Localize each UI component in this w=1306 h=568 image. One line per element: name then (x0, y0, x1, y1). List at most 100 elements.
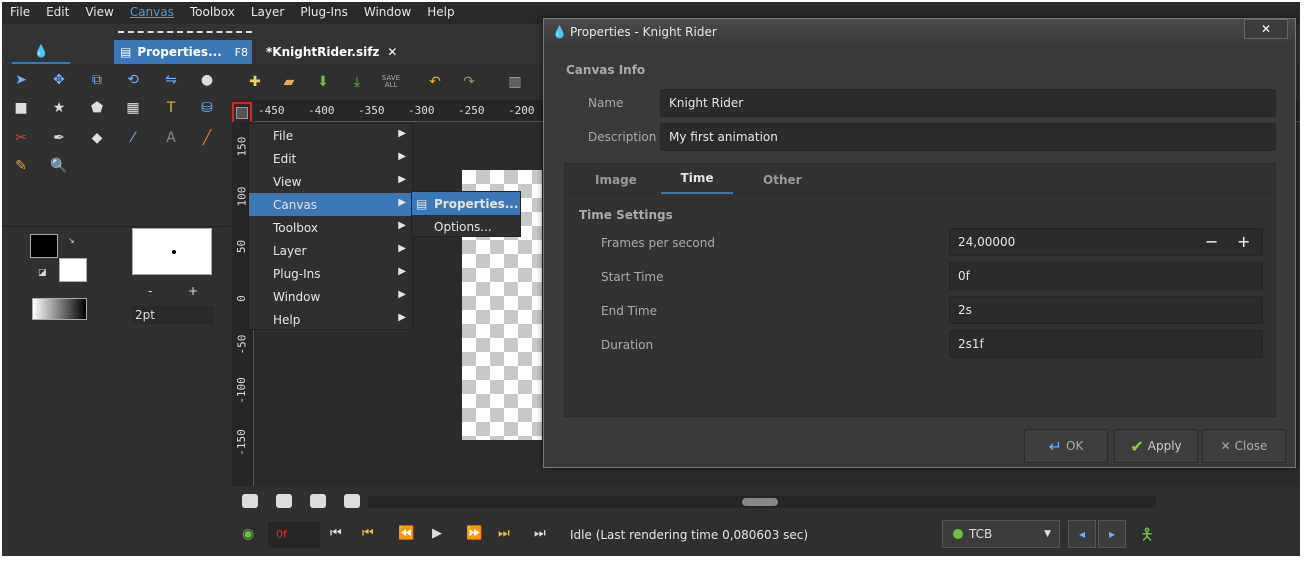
prev-frame-icon[interactable]: ⏪ (398, 526, 414, 541)
tab-document[interactable]: *KnightRider.sifz ✕ (260, 40, 397, 64)
rotate-tool-icon[interactable]: ⟲ (120, 68, 146, 92)
apply-button[interactable]: ✔ Apply (1114, 429, 1198, 463)
onion-skin-icon[interactable] (310, 494, 326, 508)
zoom-tool-icon[interactable]: 🔍 (46, 154, 72, 178)
reset-colors-icon[interactable]: ◪ (38, 268, 47, 278)
submenu-label: Properties... (434, 196, 519, 211)
transform-tool-icon[interactable]: ➤ (8, 68, 34, 92)
ctx-menu-layer[interactable]: Layer ▶ (249, 239, 414, 262)
ctx-menu-help[interactable]: Help ▶ (249, 308, 414, 331)
horizontal-scrollbar[interactable] (368, 496, 1156, 508)
text-layer-tool-icon[interactable]: A (158, 126, 184, 150)
undo-icon[interactable]: ↶ (422, 70, 448, 94)
mirror-tool-icon[interactable]: ⇋ (158, 68, 184, 92)
tab-image[interactable]: Image (595, 173, 637, 187)
save-as-icon[interactable]: ⤓ (344, 70, 370, 94)
brush-size-field[interactable]: 2pt (132, 306, 214, 324)
interpolation-select[interactable]: TCB ▼ (942, 520, 1060, 548)
seek-end-icon[interactable]: ⏭ (534, 526, 546, 541)
submenu-properties[interactable]: ▤ Properties... (412, 192, 520, 215)
menu-toolbox[interactable]: Toolbox (182, 2, 243, 24)
background-rendering-icon[interactable] (344, 494, 360, 508)
smooth-move-tool-icon[interactable]: ✥ (46, 68, 72, 92)
default-gradient-swatch[interactable] (32, 298, 87, 320)
canvas-menu-caret-button[interactable] (236, 107, 248, 119)
submenu-options[interactable]: Options... (412, 215, 520, 238)
circle-tool-icon[interactable]: ● (194, 68, 220, 92)
next-frame-icon[interactable]: ⏩ (466, 526, 482, 541)
swap-colors-icon[interactable]: ↘ (68, 236, 75, 245)
play-icon[interactable]: ▶ (432, 526, 442, 541)
open-file-icon[interactable]: ▰ (276, 70, 302, 94)
fill-color-swatch[interactable] (59, 258, 87, 282)
menu-file[interactable]: File (2, 2, 38, 24)
menu-window[interactable]: Window (356, 2, 419, 24)
scrollbar-thumb[interactable] (742, 498, 778, 506)
save-all-icon[interactable]: SAVE ALL (378, 70, 404, 94)
menu-plugins[interactable]: Plug-Ins (292, 2, 356, 24)
next-keyframe-icon[interactable]: ⏭ (498, 526, 510, 541)
menu-help[interactable]: Help (419, 2, 462, 24)
polygon-tool-icon[interactable]: ⬟ (84, 96, 110, 120)
tab-properties[interactable]: ▤ Properties... F8 (114, 40, 252, 64)
current-frame-field[interactable]: 0f (268, 522, 320, 548)
scale-tool-icon[interactable]: ⧉ (84, 68, 110, 92)
chevron-down-icon: ▼ (1044, 529, 1051, 539)
fps-decrement-button[interactable]: − (1205, 232, 1218, 251)
end-time-field[interactable]: 2s (949, 296, 1263, 324)
toggle-grid-icon[interactable] (242, 494, 258, 508)
ctx-menu-edit[interactable]: Edit ▶ (249, 147, 414, 170)
animation-mode-figure-icon[interactable]: 🯅 (1140, 524, 1154, 551)
gradient-tool-icon[interactable]: ▦ (120, 96, 146, 120)
animation-mode-icon[interactable]: ◉ (242, 526, 254, 542)
menu-edit[interactable]: Edit (38, 2, 77, 24)
ruler-tick: 0 (234, 295, 248, 302)
duration-field[interactable]: 2s1f (949, 330, 1263, 358)
dialog-close-icon[interactable]: ✕ (1244, 19, 1288, 39)
toolbox-tab[interactable]: 💧 (12, 40, 70, 64)
toggle-guides-icon[interactable] (276, 494, 292, 508)
save-icon[interactable]: ⬇ (310, 70, 336, 94)
ctx-menu-toolbox[interactable]: Toolbox ▶ (249, 216, 414, 239)
seek-begin-icon[interactable]: ⏮ (330, 526, 342, 541)
cutout-tool-icon[interactable]: ✂ (8, 126, 34, 150)
outline-color-swatch[interactable] (30, 234, 58, 258)
eyedrop-tool-icon[interactable]: ⁄ (120, 126, 146, 150)
start-time-field[interactable]: 0f (949, 262, 1263, 290)
name-field[interactable]: Knight Rider (660, 89, 1276, 117)
close-icon[interactable]: ✕ (387, 45, 397, 59)
ctx-menu-label: View (273, 174, 302, 189)
keyframe-lock-future-icon[interactable]: ▸ (1098, 520, 1126, 548)
ctx-menu-file[interactable]: File ▶ (249, 124, 414, 147)
close-button[interactable]: ✕ Close (1202, 429, 1286, 463)
brush-tool-icon[interactable]: ✎ (8, 154, 34, 178)
ctx-menu-view[interactable]: View ▶ (249, 170, 414, 193)
chevron-right-icon: ▶ (398, 174, 406, 185)
tab-time[interactable]: Time (661, 164, 733, 194)
brush-size-decrease[interactable]: - (148, 284, 152, 298)
ctx-menu-window[interactable]: Window ▶ (249, 285, 414, 308)
fps-increment-button[interactable]: + (1237, 232, 1250, 251)
text-tool-icon[interactable]: T (158, 96, 184, 120)
rectangle-tool-icon[interactable]: ■ (8, 96, 34, 120)
sketch-tool-icon[interactable]: ╱ (194, 126, 220, 150)
description-field[interactable]: My first animation (660, 123, 1276, 151)
star-tool-icon[interactable]: ★ (46, 96, 72, 120)
new-file-icon[interactable]: ✚ (242, 70, 268, 94)
fill-tool-icon[interactable]: ⛁ (194, 96, 220, 120)
ok-button[interactable]: ↵ OK (1024, 429, 1108, 463)
menu-canvas[interactable]: Canvas (122, 2, 182, 24)
time-settings-heading: Time Settings (579, 208, 673, 222)
tab-other[interactable]: Other (763, 173, 802, 187)
ctx-menu-plugins[interactable]: Plug-Ins ▶ (249, 262, 414, 285)
prev-keyframe-icon[interactable]: ⏮ (362, 526, 374, 541)
ctx-menu-canvas[interactable]: Canvas ▶ (249, 193, 414, 216)
fill-bucket-icon[interactable]: ◆ (84, 126, 110, 150)
spline-tool-icon[interactable]: ✒ (46, 126, 72, 150)
menu-layer[interactable]: Layer (243, 2, 292, 24)
brush-size-increase[interactable]: + (188, 284, 198, 298)
menu-view[interactable]: View (77, 2, 121, 24)
render-icon[interactable]: ▥ (502, 70, 528, 94)
redo-icon[interactable]: ↷ (456, 70, 482, 94)
keyframe-lock-past-icon[interactable]: ◂ (1068, 520, 1096, 548)
